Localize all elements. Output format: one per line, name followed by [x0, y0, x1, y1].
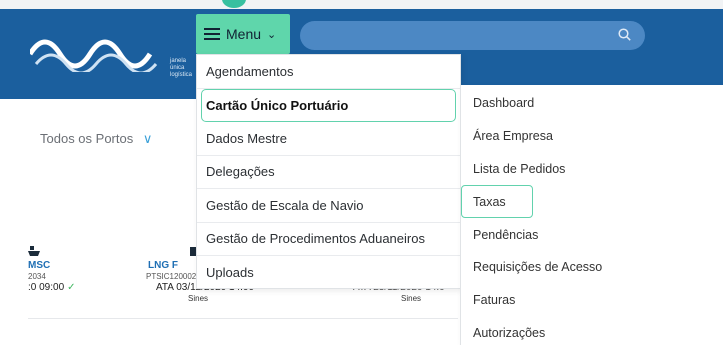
- search-input[interactable]: [300, 21, 645, 50]
- vessel-port: Sines: [401, 294, 422, 303]
- vessel-port: Sines: [188, 294, 209, 303]
- logo-text: janela única logística: [170, 58, 193, 78]
- vessel-code: 2034: [28, 272, 46, 281]
- menu-button[interactable]: Menu ⌄: [196, 14, 290, 54]
- menu-item-gestao-escala-navio[interactable]: Gestão de Escala de Navio: [197, 189, 460, 223]
- vessel-name[interactable]: LNG F: [148, 260, 178, 271]
- vessel-time: :0 09:00 ✓: [28, 282, 76, 293]
- main-menu-dropdown: Agendamentos Cartão Único Portuário Dado…: [196, 54, 461, 289]
- menu-item-delegacoes[interactable]: Delegações: [197, 156, 460, 189]
- submenu-item-dashboard[interactable]: Dashboard: [461, 87, 723, 120]
- menu-item-dados-mestre[interactable]: Dados Mestre: [197, 122, 460, 156]
- menu-button-label: Menu: [226, 26, 262, 42]
- chevron-down-icon: ∨: [142, 131, 153, 146]
- submenu-item-pendencias[interactable]: Pendências: [461, 218, 723, 251]
- submenu-item-autorizacoes[interactable]: Autorizações: [461, 317, 723, 345]
- vessel-name[interactable]: MSC: [28, 260, 50, 271]
- ports-filter-label: Todos os Portos: [40, 131, 134, 146]
- ship-icon: [28, 246, 40, 256]
- vessel-code: PTSIC120002: [146, 272, 197, 281]
- menu-item-gestao-procedimentos-aduaneiros[interactable]: Gestão de Procedimentos Aduaneiros: [197, 223, 460, 256]
- submenu-item-area-empresa[interactable]: Área Empresa: [461, 120, 723, 153]
- vessel-time-text: :0 09:00: [28, 282, 65, 293]
- check-icon: ✓: [67, 282, 76, 293]
- submenu-item-taxas[interactable]: Taxas: [461, 185, 533, 219]
- ports-filter[interactable]: Todos os Portos ∨: [40, 131, 152, 147]
- submenu-item-requisicoes-acesso[interactable]: Requisições de Acesso: [461, 251, 723, 284]
- janela-unica-logo[interactable]: janela única logística: [27, 36, 192, 78]
- logo-waves-icon: [27, 39, 158, 75]
- hamburger-icon: [204, 28, 220, 40]
- divider: [28, 318, 458, 319]
- submenu-cartao-unico-portuario: Dashboard Área Empresa Lista de Pedidos …: [460, 85, 723, 345]
- submenu-item-faturas[interactable]: Faturas: [461, 284, 723, 317]
- chevron-down-icon: ⌄: [267, 28, 277, 41]
- search-icon[interactable]: [618, 28, 631, 41]
- submenu-item-lista-pedidos[interactable]: Lista de Pedidos: [461, 153, 723, 186]
- menu-item-agendamentos[interactable]: Agendamentos: [197, 55, 460, 89]
- menu-item-uploads[interactable]: Uploads: [197, 256, 460, 290]
- menu-item-cartao-unico-portuario[interactable]: Cartão Único Portuário: [201, 88, 456, 122]
- top-ribbon: [0, 0, 723, 9]
